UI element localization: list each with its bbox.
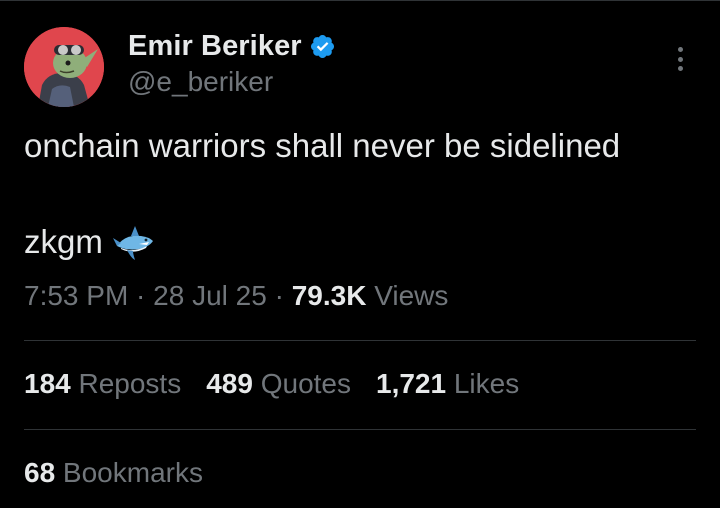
bookmarks-label: Bookmarks [55, 457, 203, 488]
likes-label: Likes [446, 368, 520, 399]
meta-separator: · [128, 280, 154, 311]
tweet-detail: Emir Beriker @e_beriker onchain warriors… [0, 0, 720, 508]
divider [24, 429, 696, 430]
more-options-icon[interactable] [668, 44, 692, 74]
avatar[interactable] [24, 27, 104, 107]
likes-count: 1,721 [376, 368, 447, 399]
views-count: 79.3K [291, 280, 367, 311]
views-label: Views [366, 280, 449, 311]
quotes-count: 489 [206, 368, 253, 399]
divider [24, 340, 696, 341]
quotes-label: Quotes [252, 368, 351, 399]
tweet-meta: 7:53 PM · 28 Jul 25 · 79.3K Views [24, 280, 448, 312]
top-border [0, 0, 720, 1]
bookmarks-count: 68 [24, 457, 56, 488]
meta-separator: · [266, 280, 292, 311]
verified-badge-icon [310, 34, 334, 58]
tweet-time[interactable]: 7:53 PM [24, 280, 128, 311]
bookmarks-stat[interactable]: 68 Bookmarks [24, 457, 203, 489]
reposts-stat[interactable]: 184 Reposts [24, 368, 181, 400]
tweet-text-line-1: onchain warriors shall never be sideline… [24, 127, 621, 164]
tweet-text-zkgm: zkgm [24, 223, 103, 260]
tweet-text-line-2: zkgm [24, 222, 155, 262]
tweet-date[interactable]: 28 Jul 25 [153, 280, 267, 311]
quotes-stat[interactable]: 489 Quotes [206, 368, 351, 400]
author-handle[interactable]: @e_beriker [128, 66, 273, 98]
author-name-row[interactable]: Emir Beriker [128, 28, 336, 64]
reposts-label: Reposts [70, 368, 182, 399]
shark-icon [112, 226, 153, 260]
likes-stat[interactable]: 1,721 Likes [376, 368, 519, 400]
reposts-count: 184 [24, 368, 71, 399]
author-display-name[interactable]: Emir Beriker [128, 30, 302, 63]
engagement-stats: 184 Reposts 489 Quotes 1,721 Likes [24, 368, 544, 400]
